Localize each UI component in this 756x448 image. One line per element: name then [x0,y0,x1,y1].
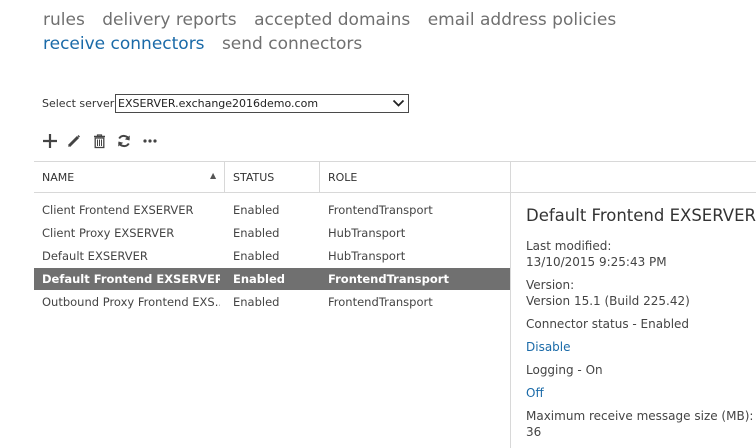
row-status: Enabled [233,272,286,286]
row-role: FrontendTransport [328,272,449,286]
tab-accepted-domains[interactable]: accepted domains [254,8,410,32]
row-role: HubTransport [328,226,406,240]
row-name: Default Frontend EXSERVER [42,272,220,286]
disable-link[interactable]: Disable [526,339,751,355]
row-status: Enabled [233,295,280,309]
tab-receive-connectors[interactable]: receive connectors [43,32,205,56]
feature-tabs: rules delivery reports accepted domains … [43,8,743,56]
row-status: Enabled [233,226,280,240]
column-separator [224,161,225,192]
connector-status: Connector status - Enabled [526,317,690,331]
tab-delivery-reports[interactable]: delivery reports [102,8,236,32]
row-status: Enabled [233,203,280,217]
column-separator [319,161,320,192]
row-name: Client Frontend EXSERVER [42,203,194,217]
row-role: FrontendTransport [328,295,433,309]
tab-send-connectors[interactable]: send connectors [222,32,362,56]
row-role: FrontendTransport [328,203,433,217]
last-modified-value: 13/10/2015 9:25:43 PM [526,255,667,269]
chevron-down-icon [392,97,405,115]
details-title: Default Frontend EXSERVER [526,206,756,225]
grid-top-border [34,161,756,162]
edit-icon[interactable] [64,131,84,151]
max-size-value: 36 [526,425,542,439]
table-row[interactable]: Client Frontend EXSERVER Enabled Fronten… [34,199,510,221]
refresh-icon[interactable] [114,131,134,151]
row-role: HubTransport [328,249,406,263]
tab-email-address-policies[interactable]: email address policies [428,8,617,32]
version-value: Version 15.1 (Build 225.42) [526,294,690,308]
row-name: Client Proxy EXSERVER [42,226,175,240]
column-header-role[interactable]: ROLE [328,171,357,184]
table-row[interactable]: Client Proxy EXSERVER Enabled HubTranspo… [34,222,510,244]
row-name: Outbound Proxy Frontend EXS... [42,295,220,309]
delete-icon[interactable] [89,131,109,151]
server-select-value: EXSERVER.exchange2016demo.com [118,97,319,110]
table-row[interactable]: Outbound Proxy Frontend EXS... Enabled F… [34,291,510,313]
grid-header-border [34,192,756,193]
table-row-selected[interactable]: Default Frontend EXSERVER Enabled Fronte… [34,268,510,290]
table-row[interactable]: Default EXSERVER Enabled HubTransport [34,245,510,267]
more-icon[interactable] [140,131,160,151]
version-label: Version: [526,278,575,292]
details-pane: Default Frontend EXSERVER Last modified:… [526,206,756,447]
last-modified-label: Last modified: [526,239,612,253]
add-icon[interactable] [40,131,60,151]
details-pane-separator [510,161,511,448]
select-server-label: Select server: [42,97,118,110]
logging-off-link[interactable]: Off [526,385,751,401]
column-header-status[interactable]: STATUS [233,171,274,184]
row-name: Default EXSERVER [42,249,148,263]
server-select[interactable]: EXSERVER.exchange2016demo.com [115,94,409,113]
sort-ascending-icon: ▲ [210,171,217,180]
logging-status: Logging - On [526,363,603,377]
column-header-name[interactable]: NAME [42,171,74,184]
tab-rules[interactable]: rules [43,8,85,32]
max-size-label: Maximum receive message size (MB): [526,409,754,423]
row-status: Enabled [233,249,280,263]
